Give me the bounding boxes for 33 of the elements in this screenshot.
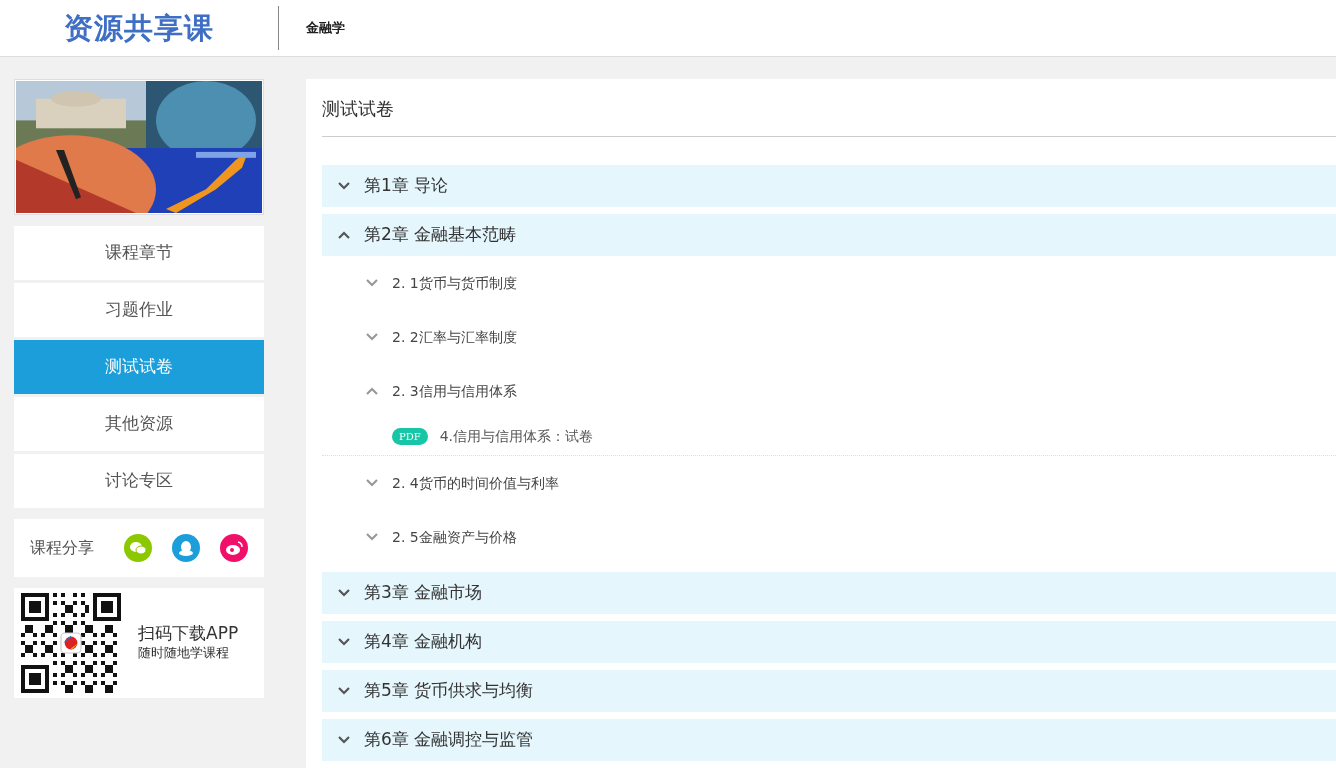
chapter-row[interactable]: 第5章 货币供求与均衡	[322, 670, 1336, 712]
menu-item[interactable]: 课程章节	[14, 226, 264, 280]
page-title: 测试试卷	[322, 79, 1336, 137]
chapter-row[interactable]: 第4章 金融机构	[322, 621, 1336, 663]
file-link[interactable]: 4.信用与信用体系：试卷	[439, 426, 594, 447]
menu-item[interactable]: 其他资源	[14, 397, 264, 451]
chevron-down-icon	[338, 687, 350, 695]
chevron-down-icon	[338, 182, 350, 190]
chevron-down-icon	[366, 333, 378, 341]
chevron-up-icon	[338, 231, 350, 239]
chevron-down-icon	[366, 279, 378, 287]
penguin-icon[interactable]	[172, 534, 200, 562]
chapter-row[interactable]: 第3章 金融市场	[322, 572, 1336, 614]
chevron-down-icon	[338, 736, 350, 744]
chevron-down-icon	[366, 533, 378, 541]
chapter-row[interactable]: 第6章 金融调控与监管	[322, 719, 1336, 761]
chapter-row[interactable]: 第2章 金融基本范畴	[322, 214, 1336, 256]
app-subtitle: 随时随地学课程	[138, 644, 230, 663]
chapter-row[interactable]: 第1章 导论	[322, 165, 1336, 207]
chevron-up-icon	[366, 387, 378, 395]
file-type-badge: PDF	[392, 428, 428, 445]
menu-item[interactable]: 讨论专区	[14, 454, 264, 508]
chat-icon[interactable]	[124, 534, 152, 562]
menu-item[interactable]: 习题作业	[14, 283, 264, 337]
chevron-down-icon	[338, 638, 350, 646]
qr-code-icon	[20, 593, 122, 693]
app-title: 扫码下载APP	[138, 623, 239, 644]
chevron-down-icon	[338, 589, 350, 597]
course-title: 金融学	[306, 19, 345, 38]
swirl-icon[interactable]	[220, 534, 248, 562]
chevron-down-icon	[366, 479, 378, 487]
share-label: 课程分享	[30, 537, 94, 559]
logo[interactable]: 资源共享课	[0, 0, 278, 56]
